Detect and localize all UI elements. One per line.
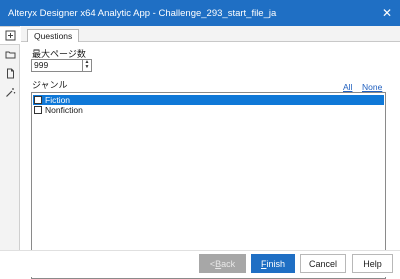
list-item-label: Nonfiction	[45, 105, 83, 115]
cancel-button[interactable]: Cancel	[300, 254, 346, 273]
close-icon[interactable]: ✕	[374, 0, 400, 26]
checkbox[interactable]	[34, 106, 42, 114]
finish-rest: inish	[266, 258, 285, 269]
footer-bar: < Back Finish Cancel Help	[0, 250, 400, 277]
help-button[interactable]: Help	[352, 254, 393, 273]
checkbox[interactable]	[34, 96, 42, 104]
stepper-arrows[interactable]: ▲ ▼	[82, 60, 91, 71]
tab-strip: Questions	[21, 26, 400, 42]
back-button[interactable]: < Back	[199, 254, 246, 273]
tab-questions[interactable]: Questions	[27, 29, 80, 42]
max-pages-stepper[interactable]: 999 ▲ ▼	[31, 59, 92, 72]
app-icon[interactable]	[0, 26, 20, 45]
genre-label: ジャンル	[32, 80, 68, 90]
max-pages-value[interactable]: 999	[34, 60, 48, 71]
wand-icon[interactable]	[0, 83, 20, 102]
questions-panel: 最大ページ数 999 ▲ ▼ ジャンル All None Fiction Non…	[21, 42, 400, 279]
folder-icon[interactable]	[0, 45, 20, 64]
left-toolbar	[0, 26, 20, 250]
select-all-link[interactable]: All	[343, 82, 352, 92]
list-item[interactable]: Fiction	[33, 95, 384, 105]
list-item[interactable]: Nonfiction	[33, 105, 384, 115]
title-bar: Alteryx Designer x64 Analytic App - Chal…	[0, 0, 400, 26]
list-item-label: Fiction	[45, 95, 71, 105]
back-rest: ack	[221, 258, 236, 269]
finish-button[interactable]: Finish	[251, 254, 295, 273]
file-icon[interactable]	[0, 64, 20, 83]
window-title: Alteryx Designer x64 Analytic App - Chal…	[8, 7, 277, 19]
chevron-down-icon[interactable]: ▼	[83, 65, 91, 70]
select-none-link[interactable]: None	[362, 82, 382, 92]
